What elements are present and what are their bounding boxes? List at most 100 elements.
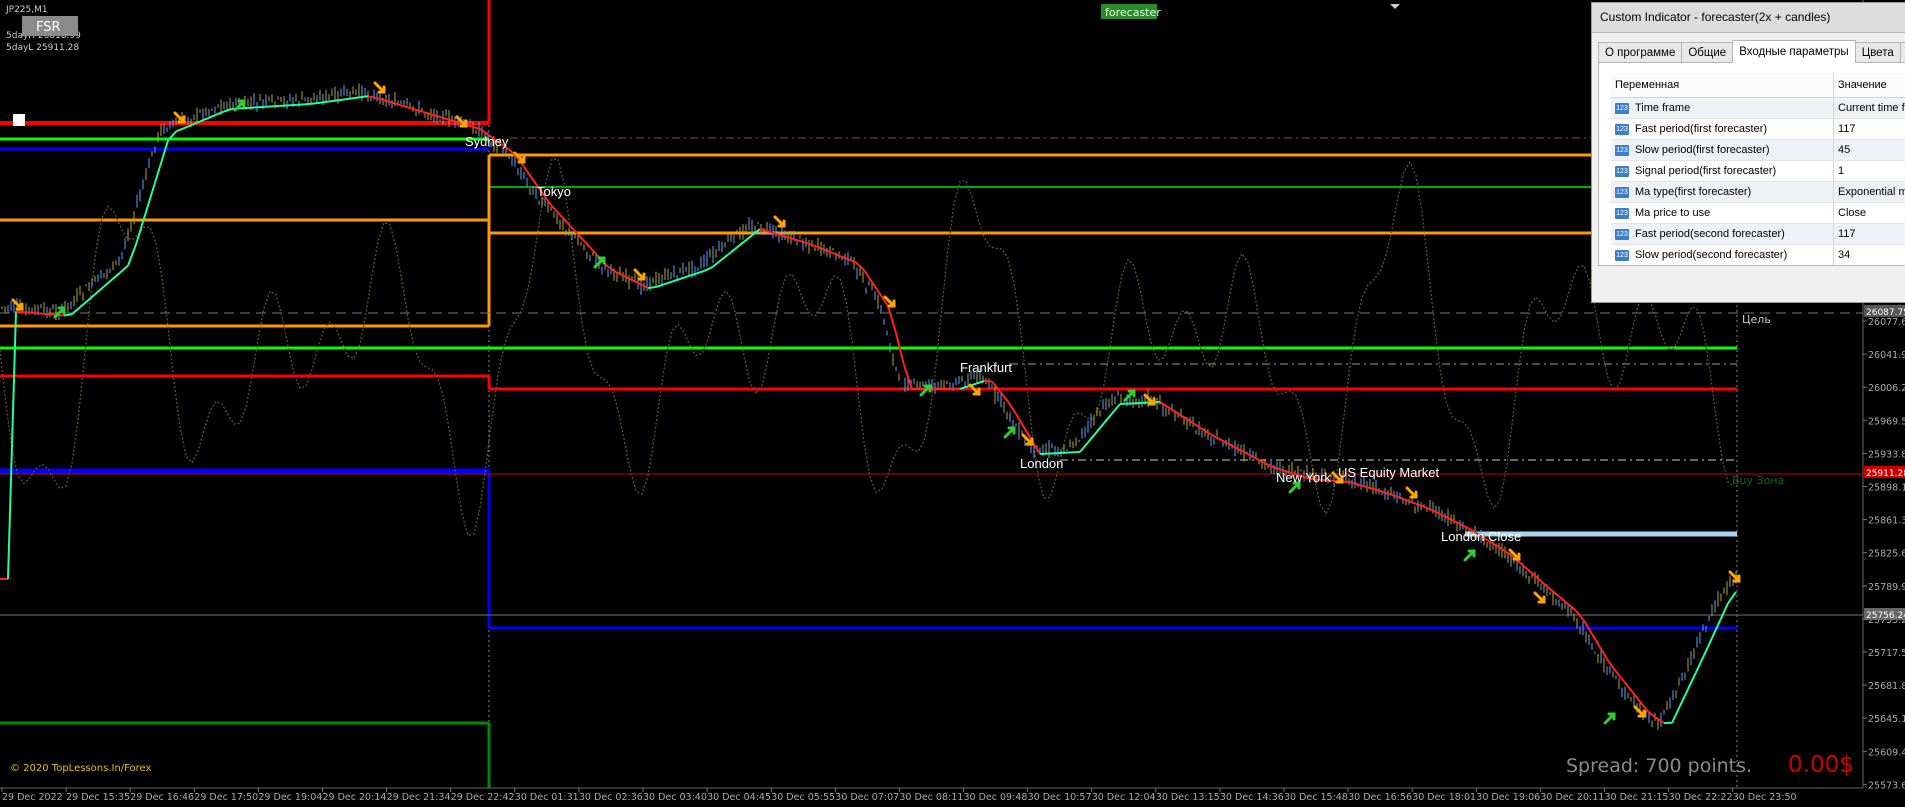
parameter-name: 123 Ma price to use	[1611, 203, 1834, 223]
time-tick-label: 30 Dec 19:06	[1476, 792, 1540, 803]
time-tick-label: 29 Dec 17:50	[194, 792, 258, 803]
forecast-segment	[1415, 502, 1425, 508]
forecast-segment	[239, 106, 249, 110]
parameter-name: 123 Fast period(first forecaster)	[1611, 119, 1834, 139]
parameter-value[interactable]: Current time frame	[1834, 98, 1905, 118]
forecast-segment	[383, 99, 393, 104]
parameter-row[interactable]: 123 Fast period(first forecaster) 117	[1611, 119, 1905, 140]
target-zone-label: Цель	[1742, 313, 1771, 326]
parameter-value[interactable]: Close	[1834, 203, 1905, 223]
forecast-segment	[1655, 717, 1665, 724]
forecast-segment	[175, 127, 185, 133]
forecast-segment	[343, 97, 353, 101]
forecast-segment	[1007, 400, 1017, 415]
forecast-segment	[407, 106, 417, 111]
sell-arrow	[773, 215, 786, 228]
parameter-value[interactable]: 34	[1834, 245, 1905, 265]
indicator-tag-label: forecaster	[1105, 6, 1161, 19]
parameter-value[interactable]: 45	[1834, 140, 1905, 160]
forecast-segment	[95, 285, 105, 295]
param-type-icon: 123	[1615, 186, 1629, 198]
chart-window[interactable]: Sydney Tokyo Frankfurt London New York US Equ…	[0, 0, 1905, 807]
session-label: London	[1020, 456, 1063, 471]
parameter-row[interactable]: 123 Slow period(first forecaster) 45	[1611, 140, 1905, 161]
session-levels	[0, 0, 1863, 788]
time-tick-label: 30 Dec 01:31	[515, 792, 579, 803]
tab-about[interactable]: О программе	[1598, 42, 1683, 63]
forecast-segment	[527, 172, 537, 185]
forecast-segment	[303, 102, 313, 106]
parameter-row[interactable]: 123 Ma price to use Close	[1611, 203, 1905, 224]
forecast-segment	[655, 283, 665, 288]
parameter-value[interactable]: 1	[1834, 161, 1905, 181]
time-tick-label: 30 Dec 12:04	[1092, 792, 1156, 803]
forecast-segment	[143, 192, 153, 219]
time-tick-label: 29 Dec 16:46	[130, 792, 194, 803]
forecast-segment	[415, 108, 425, 114]
forecast-segment	[983, 380, 993, 383]
parameter-row[interactable]: 123 Ma type(first forecaster) Exponential …	[1611, 182, 1905, 203]
forecast-segment	[87, 292, 97, 302]
tab-levels[interactable]: От	[1899, 42, 1905, 63]
fsr-button-label: FSR	[36, 20, 61, 35]
forecast-segment	[111, 271, 121, 281]
forecast-segment	[255, 105, 265, 109]
column-value: Значение	[1838, 79, 1887, 91]
forecast-segment	[103, 278, 113, 288]
forecast-segment	[71, 306, 81, 316]
forecast-segment	[1223, 440, 1233, 447]
time-tick-label: 30 Dec 21:15	[1605, 792, 1669, 803]
forecast-segment	[671, 278, 681, 283]
forecast-segment	[1231, 444, 1241, 451]
forecast-segment	[1615, 670, 1625, 683]
forecast-segment	[39, 312, 49, 316]
time-tick-label: 30 Dec 09:48	[964, 792, 1028, 803]
time-tick-label: 30 Dec 10:57	[1028, 792, 1092, 803]
forecast-segment	[1247, 453, 1257, 460]
parameter-value[interactable]: 117	[1834, 119, 1905, 139]
forecast-segment	[791, 237, 801, 242]
forecast-segment	[1367, 486, 1377, 491]
forecast-segment	[719, 253, 729, 262]
session-label: Frankfurt	[960, 360, 1012, 375]
tab-common[interactable]: Общие	[1681, 42, 1734, 63]
forecast-segment	[1543, 583, 1553, 592]
forecast-segment	[63, 313, 73, 317]
time-tick-label: 29 Dec 20:14	[323, 792, 387, 803]
column-variable: Переменная	[1611, 73, 1834, 97]
time-tick-label: 29 Dec 21:34	[387, 792, 451, 803]
forecast-segment	[351, 96, 361, 100]
parameter-row[interactable]: 123 Fast period(second forecaster) 117	[1611, 224, 1905, 245]
forecast-segment	[335, 98, 345, 102]
parameter-name-text: Signal period(first forecaster)	[1635, 165, 1777, 177]
forecast-segment	[439, 116, 449, 121]
price-tick-label: 25573.65	[1868, 780, 1905, 791]
time-tick-label: 30 Dec 05:55	[771, 792, 835, 803]
forecast-segment	[663, 280, 673, 286]
forecast-segment	[1183, 416, 1193, 424]
indicator-properties-dialog[interactable]: Custom Indicator - forecaster(2x + candl…	[1591, 2, 1905, 303]
tab-inputs[interactable]: Входные параметры	[1732, 40, 1856, 63]
forecast-segment	[263, 105, 273, 108]
buy-arrow	[1463, 549, 1476, 562]
forecast-segment	[863, 269, 873, 283]
parameter-row[interactable]: 123 Time frame Current time frame	[1611, 98, 1905, 119]
time-tick-label: 30 Dec 23:50	[1733, 792, 1797, 803]
forecast-segment	[1671, 705, 1681, 724]
buy-zone-label: Buy Зона	[1732, 474, 1784, 487]
symbol-label: JP225,M1	[5, 5, 48, 15]
tab-colors[interactable]: Цвета	[1854, 42, 1901, 63]
forecast-segment	[159, 140, 169, 167]
price-tick-label: 26041.95	[1868, 350, 1905, 361]
forecast-segment	[735, 241, 745, 249]
parameter-row[interactable]: 123 Slow period(second forecaster) 34	[1611, 245, 1905, 265]
parameter-value[interactable]: Exponential moving average	[1834, 182, 1905, 202]
parameter-row[interactable]: 123 Signal period(first forecaster) 1	[1611, 161, 1905, 182]
forecast-segment	[847, 258, 857, 264]
parameter-value[interactable]: 117	[1834, 224, 1905, 244]
time-tick-label: 29 Dec 2022	[2, 792, 63, 803]
forecast-segment	[1687, 671, 1697, 690]
session-label: Sydney	[465, 134, 509, 149]
profit-label: 0.00$	[1788, 752, 1854, 778]
price-tick-label: 25609.45	[1868, 747, 1905, 758]
